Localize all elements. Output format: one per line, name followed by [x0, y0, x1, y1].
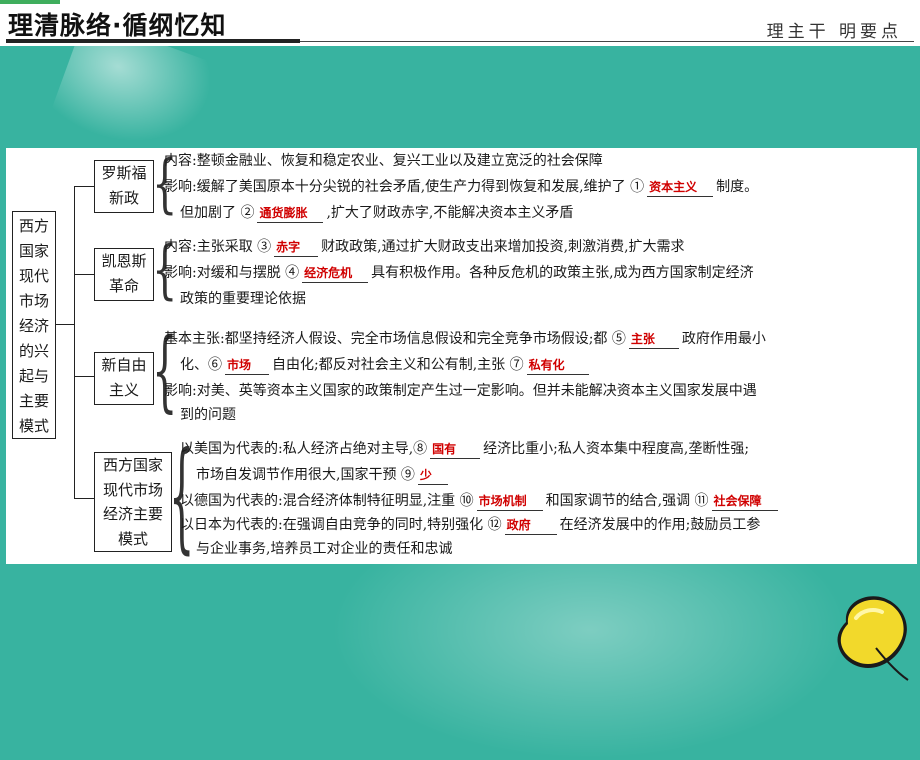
keynes-content-text-b: 财政政策,通过扩大财政支出来增加投资,刺激消费,扩大需求 — [321, 239, 685, 255]
models-de-text-a: 以德国为代表的:混合经济体制特征明显,注重 ⑩ — [180, 493, 474, 509]
neoliberal-basic-text-b: 政府作用最小 — [681, 331, 766, 347]
lemon-icon — [837, 596, 909, 681]
keynes-impact-line1: 影响:对缓和与摆脱 ④ 经济危机 具有积极作用。各种反危机的政策主张,成为西方国家制… — [164, 264, 754, 283]
models-us-text-a: 以美国为代表的:私人经济占绝对主导,⑧ — [180, 441, 428, 457]
neoliberal-basic-line2: 化、⑥ 市场 自由化;都反对社会主义和公有制,主张 ⑦ 私有化 — [180, 356, 592, 375]
page-title: 理清脉络·循纲忆知 — [8, 11, 227, 40]
neoliberal-basic-line1: 基本主张:都坚持经济人假设、完全市场信息假设和完全竞争市场假设;都 ⑤ 主张 政府作… — [164, 330, 766, 349]
models-jp-text-b: 在经济发展中的作用;鼓励员工参 — [559, 517, 761, 533]
roosevelt-box: 罗斯福新政 — [94, 160, 154, 213]
models-box: 西方国家现代市场经济主要模式 — [94, 452, 172, 552]
answer-2: 通货膨胀 — [257, 204, 324, 223]
roosevelt-impact-line2: 但加剧了 ② 通货膨胀 ,扩大了财政赤字,不能解决资本主义矛盾 — [180, 204, 573, 223]
branch-keynes — [74, 274, 94, 275]
header-bar: 理清脉络·循纲忆知 理主干 明要点 — [0, 0, 920, 46]
keynes-impact-line2: 政策的重要理论依据 — [180, 291, 306, 307]
models-us-line1: 以美国为代表的:私人经济占绝对主导,⑧ 国有 经济比重小;私人资本集中程度高,垄断性… — [180, 440, 749, 459]
answer-11: 社会保障 — [711, 492, 778, 511]
neoliberal-impact-line2: 到的问题 — [180, 407, 236, 423]
outline-panel: 西方国家现代市场经济的兴起与主要模式 罗斯福新政 凯恩斯革命 新自由主义 西方国… — [6, 148, 917, 564]
answer-8: 国有 — [430, 440, 481, 459]
keynes-impact-text-a: 影响:对缓和与摆脱 ④ — [164, 265, 300, 281]
roosevelt-content: 内容:整顿金融业、恢复和稳定农业、复兴工业以及建立宽泛的社会保障 — [164, 153, 603, 169]
roosevelt-impact-text-a: 影响:缓解了美国原本十分尖锐的社会矛盾,使生产力得到恢复和发展,维护了 ① — [164, 179, 645, 195]
answer-4: 经济危机 — [302, 264, 369, 283]
models-de-text-b: 和国家调节的结合,强调 ⑪ — [545, 493, 709, 509]
models-jp-line1: 以日本为代表的:在强调自由竞争的同时,特别强化 ⑫ 政府 在经济发展中的作用;鼓励员… — [180, 516, 760, 535]
answer-6: 市场 — [225, 356, 269, 375]
neoliberal-impact-line1: 影响:对美、英等资本主义国家的政策制定产生过一定影响。但并未能解决资本主义国家发… — [164, 383, 757, 399]
neoliberal-basic-text-a: 基本主张:都坚持经济人假设、完全市场信息假设和完全竞争市场假设;都 ⑤ — [164, 331, 626, 347]
answer-9: 少 — [417, 466, 448, 485]
trunk-line — [74, 186, 75, 498]
answer-1: 资本主义 — [647, 178, 714, 197]
roosevelt-impact-text-d: ,扩大了财政赤字,不能解决资本主义矛盾 — [326, 205, 574, 221]
neoliberal-basic-text-c: 化、⑥ — [180, 357, 222, 373]
branch-roosevelt — [74, 186, 94, 187]
models-jp-text-a: 以日本为代表的:在强调自由竞争的同时,特别强化 ⑫ — [180, 517, 502, 533]
neoliberal-box: 新自由主义 — [94, 352, 154, 405]
models-us-text-c: 市场自发调节作用很大,国家干预 ⑨ — [196, 467, 415, 483]
root-connector — [56, 324, 74, 325]
answer-5: 主张 — [628, 330, 679, 349]
neoliberal-basic-text-d: 自由化;都反对社会主义和公有制,主张 ⑦ — [272, 357, 524, 373]
keynes-content-text-a: 内容:主张采取 ③ — [164, 239, 272, 255]
branch-neoliberal — [74, 376, 94, 377]
roosevelt-impact-line1: 影响:缓解了美国原本十分尖锐的社会矛盾,使生产力得到恢复和发展,维护了 ① 资本主… — [164, 178, 758, 197]
models-us-text-b: 经济比重小;私人资本集中程度高,垄断性强; — [483, 441, 750, 457]
keynes-content: 内容:主张采取 ③ 赤字 财政政策,通过扩大财政支出来增加投资,刺激消费,扩大需求 — [164, 238, 685, 257]
answer-10: 市场机制 — [476, 492, 543, 511]
models-de-line: 以德国为代表的:混合经济体制特征明显,注重 ⑩ 市场机制 和国家调节的结合,强调 ⑪… — [180, 492, 781, 511]
models-us-line2: 市场自发调节作用很大,国家干预 ⑨少 — [196, 466, 451, 485]
header-accent — [0, 0, 60, 4]
keynes-box: 凯恩斯革命 — [94, 248, 154, 301]
answer-7: 私有化 — [526, 356, 589, 375]
title-underline — [6, 39, 300, 43]
branch-models — [74, 498, 94, 499]
answer-3: 赤字 — [274, 238, 319, 257]
answer-12: 政府 — [504, 516, 557, 535]
page-subtitle: 理主干 明要点 — [766, 22, 902, 42]
roosevelt-impact-text-c: 但加剧了 ② — [180, 205, 255, 221]
models-jp-line2: 与企业事务,培养员工对企业的责任和忠诚 — [196, 541, 453, 557]
roosevelt-impact-text-b: 制度。 — [716, 179, 759, 195]
root-topic-box: 西方国家现代市场经济的兴起与主要模式 — [12, 211, 56, 439]
keynes-impact-text-b: 具有积极作用。各种反危机的政策主张,成为西方国家制定经济 — [371, 265, 754, 281]
